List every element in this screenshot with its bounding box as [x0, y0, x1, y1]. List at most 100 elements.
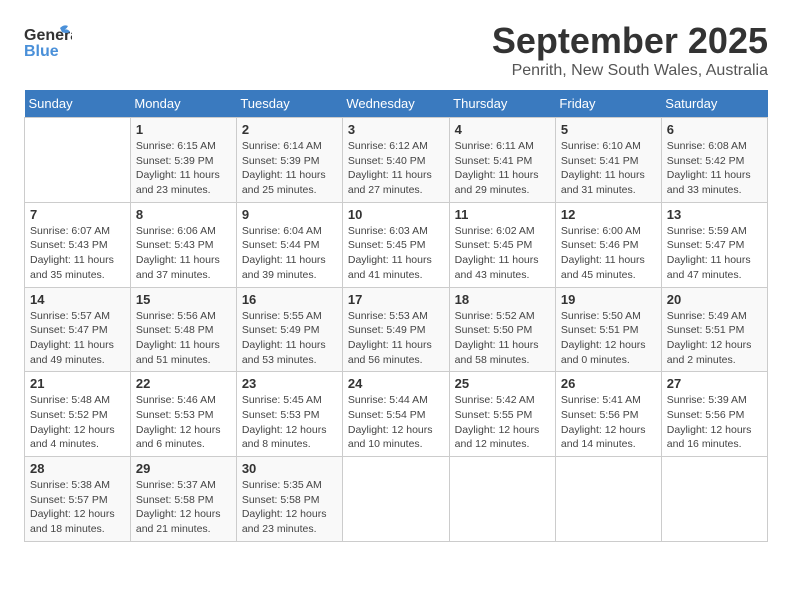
calendar-cell: 8Sunrise: 6:06 AMSunset: 5:43 PMDaylight… — [130, 202, 236, 287]
calendar-cell: 23 Sunrise: 5:45 AMSunset: 5:53 PMDayligh… — [236, 372, 342, 457]
day-header-thursday: Thursday — [449, 90, 555, 118]
calendar-cell: 24 Sunrise: 5:44 AMSunset: 5:54 PMDayligh… — [342, 372, 449, 457]
day-number: 7 — [30, 207, 125, 222]
day-info: Sunrise: 6:04 AMSunset: 5:44 PMDaylight:… — [242, 224, 337, 283]
calendar-table: SundayMondayTuesdayWednesdayThursdayFrid… — [24, 90, 768, 542]
day-info: Sunrise: 5:37 AMSunset: 5:58 PMDaylight:… — [136, 478, 231, 537]
day-number: 28 — [30, 461, 125, 476]
calendar-cell — [25, 118, 131, 203]
day-info: Sunrise: 5:38 AMSunset: 5:57 PMDaylight:… — [30, 478, 125, 537]
calendar-cell: 9 Sunrise: 6:04 AMSunset: 5:44 PMDaylight… — [236, 202, 342, 287]
day-info: Sunrise: 5:49 AMSunset: 5:51 PMDaylight:… — [667, 309, 762, 368]
day-number: 18 — [455, 292, 550, 307]
day-number: 20 — [667, 292, 762, 307]
calendar-cell: 15 Sunrise: 5:56 AMSunset: 5:48 PMDayligh… — [130, 287, 236, 372]
day-number: 26 — [561, 376, 656, 391]
calendar-cell: 29 Sunrise: 5:37 AMSunset: 5:58 PMDayligh… — [130, 457, 236, 542]
day-info: Sunrise: 5:42 AMSunset: 5:55 PMDaylight:… — [455, 393, 550, 452]
calendar-cell: 20 Sunrise: 5:49 AMSunset: 5:51 PMDayligh… — [661, 287, 767, 372]
day-header-sunday: Sunday — [25, 90, 131, 118]
day-info: Sunrise: 6:06 AMSunset: 5:43 PMDaylight:… — [136, 224, 231, 283]
calendar-cell: 5Sunrise: 6:10 AMSunset: 5:41 PMDaylight… — [555, 118, 661, 203]
calendar-cell: 2Sunrise: 6:14 AMSunset: 5:39 PMDaylight… — [236, 118, 342, 203]
svg-text:Blue: Blue — [24, 43, 59, 60]
calendar-cell: 30 Sunrise: 5:35 AMSunset: 5:58 PMDayligh… — [236, 457, 342, 542]
day-number: 4 — [455, 122, 550, 137]
day-info: Sunrise: 6:08 AMSunset: 5:42 PMDaylight:… — [667, 139, 762, 198]
calendar-cell: 14 Sunrise: 5:57 AMSunset: 5:47 PMDayligh… — [25, 287, 131, 372]
day-number: 3 — [348, 122, 444, 137]
calendar-cell: 6 Sunrise: 6:08 AMSunset: 5:42 PMDaylight… — [661, 118, 767, 203]
day-info: Sunrise: 6:07 AMSunset: 5:43 PMDaylight:… — [30, 224, 125, 283]
day-number: 24 — [348, 376, 444, 391]
logo: General Blue — [24, 20, 72, 62]
month-title: September 2025 — [492, 20, 768, 62]
calendar-cell: 26 Sunrise: 5:41 AMSunset: 5:56 PMDayligh… — [555, 372, 661, 457]
day-number: 12 — [561, 207, 656, 222]
day-number: 16 — [242, 292, 337, 307]
day-info: Sunrise: 6:00 AMSunset: 5:46 PMDaylight:… — [561, 224, 656, 283]
calendar-cell: 3 Sunrise: 6:12 AMSunset: 5:40 PMDaylight… — [342, 118, 449, 203]
day-header-tuesday: Tuesday — [236, 90, 342, 118]
day-number: 30 — [242, 461, 337, 476]
title-area: September 2025 Penrith, New South Wales,… — [492, 20, 768, 80]
calendar-cell: 10 Sunrise: 6:03 AMSunset: 5:45 PMDayligh… — [342, 202, 449, 287]
page-header: General Blue September 2025 Penrith, New… — [24, 20, 768, 80]
day-number: 15 — [136, 292, 231, 307]
day-info: Sunrise: 5:55 AMSunset: 5:49 PMDaylight:… — [242, 309, 337, 368]
day-number: 14 — [30, 292, 125, 307]
calendar-cell — [661, 457, 767, 542]
day-info: Sunrise: 5:50 AMSunset: 5:51 PMDaylight:… — [561, 309, 656, 368]
day-info: Sunrise: 5:35 AMSunset: 5:58 PMDaylight:… — [242, 478, 337, 537]
day-info: Sunrise: 6:11 AMSunset: 5:41 PMDaylight:… — [455, 139, 550, 198]
day-info: Sunrise: 6:02 AMSunset: 5:45 PMDaylight:… — [455, 224, 550, 283]
day-number: 13 — [667, 207, 762, 222]
calendar-cell: 17Sunrise: 5:53 AMSunset: 5:49 PMDayligh… — [342, 287, 449, 372]
calendar-cell: 28 Sunrise: 5:38 AMSunset: 5:57 PMDayligh… — [25, 457, 131, 542]
calendar-cell — [449, 457, 555, 542]
calendar-cell: 16 Sunrise: 5:55 AMSunset: 5:49 PMDayligh… — [236, 287, 342, 372]
day-number: 6 — [667, 122, 762, 137]
day-info: Sunrise: 6:10 AMSunset: 5:41 PMDaylight:… — [561, 139, 656, 198]
day-info: Sunrise: 5:56 AMSunset: 5:48 PMDaylight:… — [136, 309, 231, 368]
calendar-cell: 11 Sunrise: 6:02 AMSunset: 5:45 PMDayligh… — [449, 202, 555, 287]
calendar-cell: 1 Sunrise: 6:15 AMSunset: 5:39 PMDaylight… — [130, 118, 236, 203]
day-info: Sunrise: 5:53 AMSunset: 5:49 PMDaylight:… — [348, 309, 444, 368]
day-number: 9 — [242, 207, 337, 222]
day-info: Sunrise: 6:03 AMSunset: 5:45 PMDaylight:… — [348, 224, 444, 283]
calendar-cell: 7 Sunrise: 6:07 AMSunset: 5:43 PMDaylight… — [25, 202, 131, 287]
day-info: Sunrise: 5:45 AMSunset: 5:53 PMDaylight:… — [242, 393, 337, 452]
day-info: Sunrise: 6:12 AMSunset: 5:40 PMDaylight:… — [348, 139, 444, 198]
calendar-cell: 12 Sunrise: 6:00 AMSunset: 5:46 PMDayligh… — [555, 202, 661, 287]
day-info: Sunrise: 5:39 AMSunset: 5:56 PMDaylight:… — [667, 393, 762, 452]
day-header-monday: Monday — [130, 90, 236, 118]
day-number: 29 — [136, 461, 231, 476]
calendar-cell: 21 Sunrise: 5:48 AMSunset: 5:52 PMDayligh… — [25, 372, 131, 457]
calendar-cell: 22 Sunrise: 5:46 AMSunset: 5:53 PMDayligh… — [130, 372, 236, 457]
day-number: 25 — [455, 376, 550, 391]
day-number: 21 — [30, 376, 125, 391]
day-number: 22 — [136, 376, 231, 391]
day-info: Sunrise: 5:44 AMSunset: 5:54 PMDaylight:… — [348, 393, 444, 452]
calendar-cell: 27Sunrise: 5:39 AMSunset: 5:56 PMDayligh… — [661, 372, 767, 457]
day-info: Sunrise: 5:48 AMSunset: 5:52 PMDaylight:… — [30, 393, 125, 452]
calendar-cell: 19 Sunrise: 5:50 AMSunset: 5:51 PMDayligh… — [555, 287, 661, 372]
day-info: Sunrise: 6:15 AMSunset: 5:39 PMDaylight:… — [136, 139, 231, 198]
calendar-cell — [342, 457, 449, 542]
location-title: Penrith, New South Wales, Australia — [492, 62, 768, 80]
day-number: 1 — [136, 122, 231, 137]
day-header-friday: Friday — [555, 90, 661, 118]
day-info: Sunrise: 6:14 AMSunset: 5:39 PMDaylight:… — [242, 139, 337, 198]
day-number: 11 — [455, 207, 550, 222]
calendar-cell — [555, 457, 661, 542]
day-number: 23 — [242, 376, 337, 391]
day-info: Sunrise: 5:41 AMSunset: 5:56 PMDaylight:… — [561, 393, 656, 452]
calendar-cell: 4 Sunrise: 6:11 AMSunset: 5:41 PMDaylight… — [449, 118, 555, 203]
day-number: 10 — [348, 207, 444, 222]
day-info: Sunrise: 5:52 AMSunset: 5:50 PMDaylight:… — [455, 309, 550, 368]
calendar-cell: 13 Sunrise: 5:59 AMSunset: 5:47 PMDayligh… — [661, 202, 767, 287]
day-number: 19 — [561, 292, 656, 307]
day-info: Sunrise: 5:57 AMSunset: 5:47 PMDaylight:… — [30, 309, 125, 368]
day-info: Sunrise: 5:46 AMSunset: 5:53 PMDaylight:… — [136, 393, 231, 452]
day-info: Sunrise: 5:59 AMSunset: 5:47 PMDaylight:… — [667, 224, 762, 283]
